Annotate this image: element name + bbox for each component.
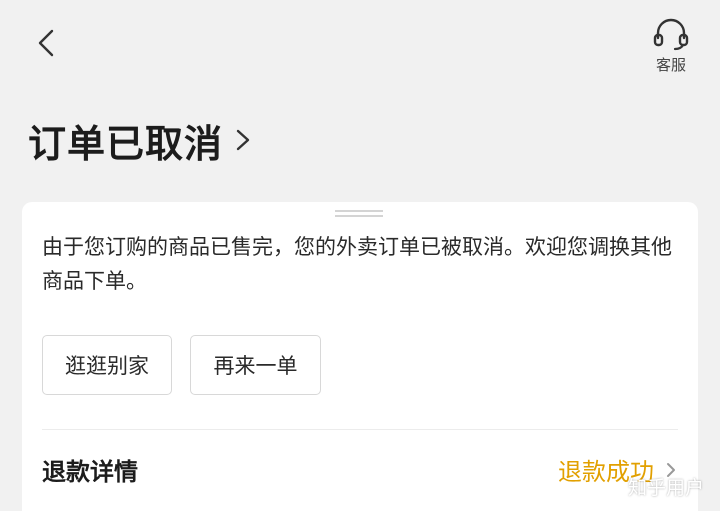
- headset-icon: [653, 18, 689, 51]
- drag-handle[interactable]: [335, 210, 383, 218]
- refund-details-row[interactable]: 退款详情 退款成功: [22, 440, 698, 500]
- order-card: 由于您订购的商品已售完，您的外卖订单已被取消。欢迎您调换其他商品下单。 逛逛别家…: [22, 202, 698, 511]
- refund-details-label: 退款详情: [42, 458, 138, 486]
- customer-service-button[interactable]: 客服: [646, 18, 696, 76]
- browse-other-stores-button[interactable]: 逛逛别家: [42, 335, 172, 395]
- back-button[interactable]: [30, 26, 62, 60]
- chevron-left-icon: [38, 29, 54, 57]
- order-status-header[interactable]: 订单已取消: [28, 110, 251, 170]
- cancellation-message: 由于您订购的商品已售完，您的外卖订单已被取消。欢迎您调换其他商品下单。: [42, 235, 672, 293]
- chevron-right-icon: [236, 129, 250, 151]
- top-bar: 客服: [0, 0, 720, 100]
- chevron-right-icon: [667, 463, 675, 477]
- reorder-button[interactable]: 再来一单: [190, 335, 321, 395]
- customer-service-label: 客服: [655, 56, 686, 74]
- page-title: 订单已取消: [28, 121, 224, 166]
- divider: [42, 429, 678, 430]
- refund-status: 退款成功: [558, 458, 654, 486]
